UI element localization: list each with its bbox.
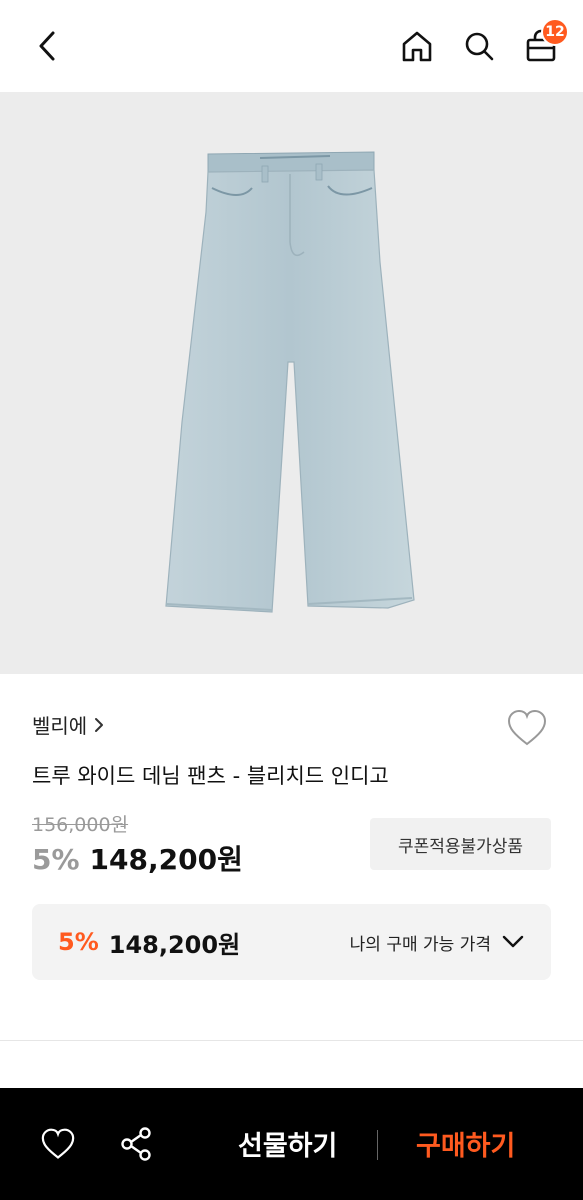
chevron-right-icon [95, 717, 104, 732]
top-bar: 12 [0, 0, 583, 92]
product-image[interactable] [0, 92, 583, 674]
section-divider [0, 1040, 583, 1041]
gift-button[interactable]: 선물하기 [238, 1124, 337, 1163]
chevron-left-icon [39, 31, 55, 61]
brand-name: 벨리에 [32, 714, 88, 738]
back-button[interactable] [26, 24, 70, 68]
my-price-box[interactable]: 5% 148,200원 나의 구매 가능 가격 [32, 904, 551, 980]
product-name: 트루 와이드 데님 팬츠 - 블리치드 인디고 [32, 764, 389, 788]
buy-button[interactable]: 구매하기 [416, 1124, 515, 1163]
cart-button[interactable]: 12 [517, 18, 569, 70]
bottom-like-button[interactable] [36, 1122, 80, 1166]
sale-price-row: 5% 148,200원 [32, 838, 243, 878]
like-button[interactable] [503, 704, 551, 752]
sale-price: 148,200원 [89, 843, 243, 876]
button-separator [377, 1130, 378, 1160]
original-price: 156,000원 [32, 814, 129, 836]
my-price: 148,200원 [108, 930, 241, 959]
coupon-button[interactable]: 쿠폰적용불가상품 [370, 818, 551, 870]
my-price-toggle[interactable]: 나의 구매 가능 가격 [350, 930, 525, 955]
jeans-image [165, 151, 415, 613]
home-button[interactable] [393, 22, 441, 70]
bottom-action-bar: 선물하기 구매하기 [0, 1088, 583, 1200]
cart-count-badge: 12 [541, 18, 569, 46]
my-price-label: 나의 구매 가능 가격 [349, 934, 491, 955]
header-actions: 12 [393, 18, 569, 70]
share-button[interactable] [114, 1122, 158, 1166]
home-icon [402, 31, 432, 62]
heart-icon [41, 1128, 75, 1159]
search-button[interactable] [455, 22, 503, 70]
share-icon [121, 1127, 151, 1161]
discount-percent: 5% [32, 843, 80, 876]
heart-icon [507, 709, 547, 746]
search-icon [465, 32, 494, 61]
brand-link[interactable]: 벨리에 [32, 710, 105, 739]
my-discount-percent: 5% [58, 928, 99, 956]
chevron-down-icon [502, 935, 524, 948]
